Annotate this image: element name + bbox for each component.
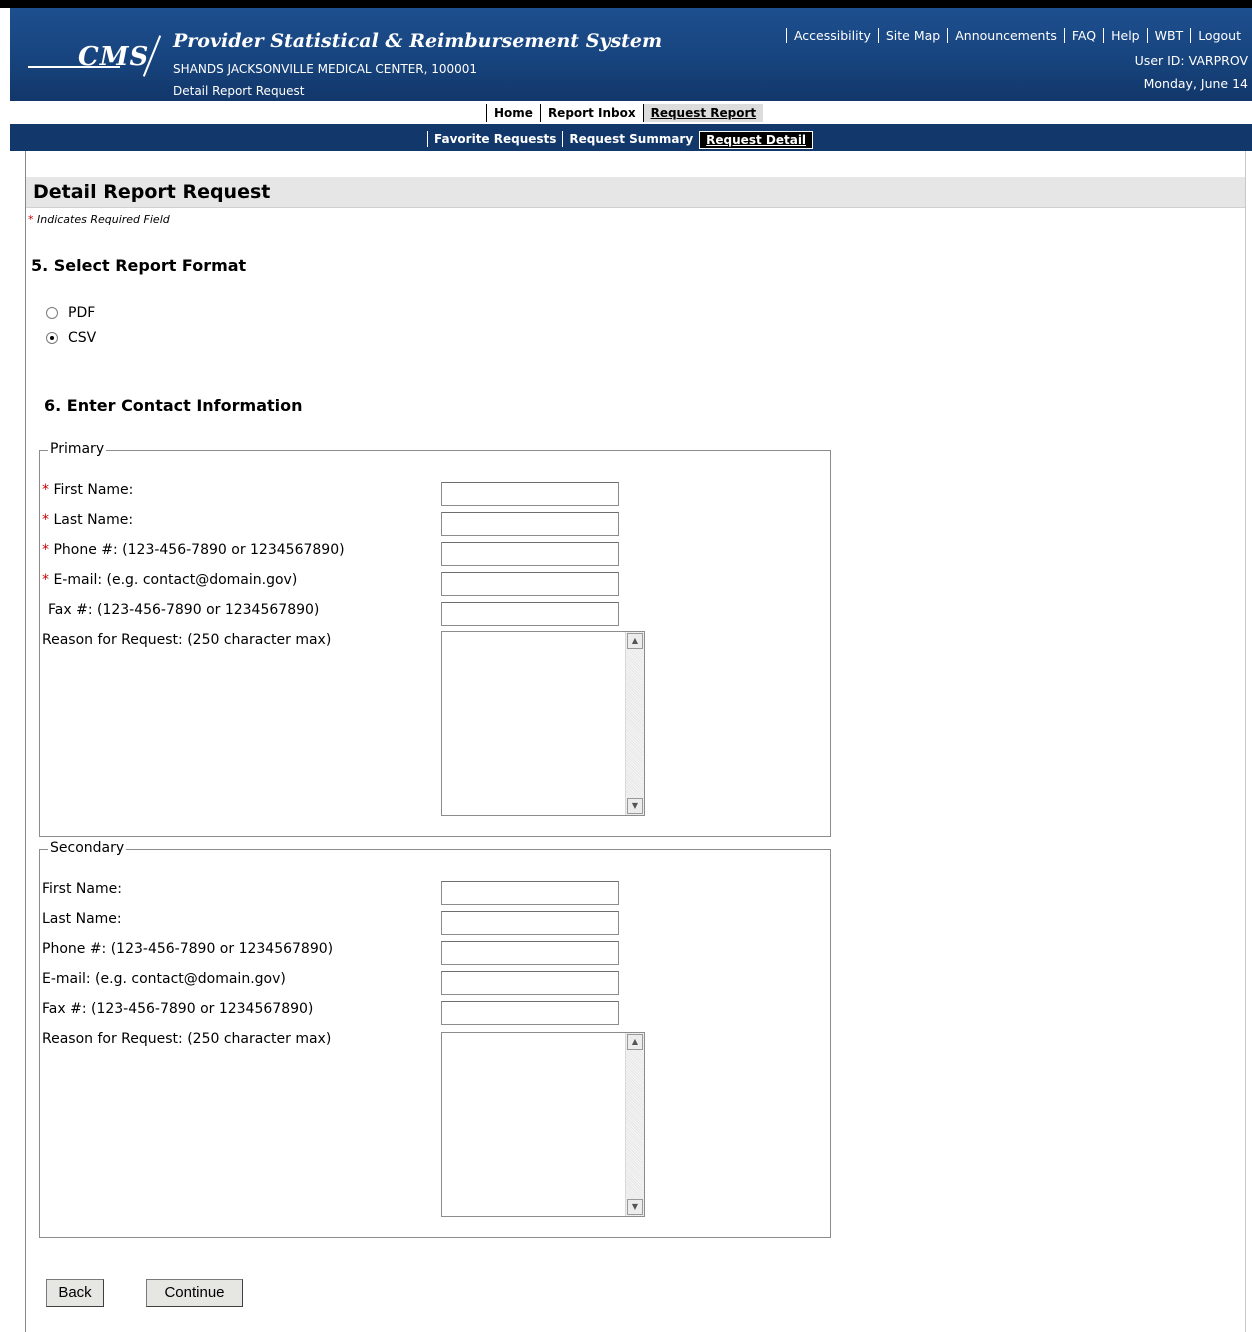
required-star: * <box>42 542 49 558</box>
user-id: User ID: VARPROV <box>1134 53 1248 68</box>
primary-reason-label: Reason for Request: (250 character max) <box>42 632 332 648</box>
secondary-first-name-input[interactable] <box>441 881 619 905</box>
link-announcements[interactable]: Announcements <box>947 28 1064 43</box>
primary-email-input[interactable] <box>441 572 619 596</box>
secondary-contact-fieldset: Secondary First Name: Last Name: Phone #… <box>39 840 831 1238</box>
step5-heading: 5. Select Report Format <box>31 256 247 275</box>
link-help[interactable]: Help <box>1103 28 1147 43</box>
scroll-up-arrow-icon[interactable]: ▲ <box>627 1034 643 1050</box>
app-title: Provider Statistical & Reimbursement Sys… <box>173 30 663 52</box>
secondary-reason-label: Reason for Request: (250 character max) <box>42 1031 332 1047</box>
page-title: Detail Report Request <box>33 181 271 203</box>
tab-report-inbox[interactable]: Report Inbox <box>539 104 643 122</box>
link-faq[interactable]: FAQ <box>1063 28 1103 43</box>
secondary-fax-input[interactable] <box>441 1001 619 1025</box>
continue-button[interactable]: Continue <box>146 1279 243 1307</box>
primary-reason-textarea[interactable]: ▲ ▼ <box>441 631 645 816</box>
required-star: * <box>42 482 49 498</box>
pdf-radio[interactable] <box>46 307 58 319</box>
content-right-border <box>1245 151 1246 1332</box>
primary-contact-fieldset: Primary * First Name: * Last Name: * Pho… <box>39 441 831 837</box>
required-note-text: Indicates Required Field <box>37 213 170 226</box>
logo-line <box>28 66 120 68</box>
secondary-email-label: E-mail: (e.g. contact@domain.gov) <box>42 971 286 987</box>
facility-name: SHANDS JACKSONVILLE MEDICAL CENTER, 1000… <box>173 62 478 76</box>
tab-favorite-requests[interactable]: Favorite Requests <box>427 131 562 147</box>
link-logout[interactable]: Logout <box>1190 28 1248 43</box>
tab-request-report[interactable]: Request Report <box>642 104 764 122</box>
back-button[interactable]: Back <box>46 1279 104 1307</box>
secondary-fax-label: Fax #: (123-456-7890 or 1234567890) <box>42 1001 314 1017</box>
content-left-border <box>25 151 26 1332</box>
cms-logo: CMS <box>28 22 168 77</box>
link-accessibility[interactable]: Accessibility <box>785 28 878 43</box>
label-text: E-mail: (e.g. contact@domain.gov) <box>53 572 298 588</box>
secondary-phone-label: Phone #: (123-456-7890 or 1234567890) <box>42 941 334 957</box>
tab-home[interactable]: Home <box>486 104 540 122</box>
secondary-email-input[interactable] <box>441 971 619 995</box>
primary-last-name-input[interactable] <box>441 512 619 536</box>
scroll-up-arrow-icon[interactable]: ▲ <box>627 633 643 649</box>
label-text: Phone #: (123-456-7890 or 1234567890) <box>53 542 345 558</box>
page-title-bar: Detail Report Request <box>26 177 1245 208</box>
required-star: * <box>28 213 34 226</box>
primary-first-name-label: * First Name: <box>42 482 133 498</box>
primary-phone-input[interactable] <box>441 542 619 566</box>
step6-heading: 6. Enter Contact Information <box>44 396 303 415</box>
primary-phone-label: * Phone #: (123-456-7890 or 1234567890) <box>42 542 345 558</box>
app-header: CMS Provider Statistical & Reimbursement… <box>10 8 1252 101</box>
secondary-last-name-label: Last Name: <box>42 911 122 927</box>
primary-first-name-input[interactable] <box>441 482 619 506</box>
required-star: * <box>42 572 49 588</box>
csv-radio[interactable] <box>46 332 58 344</box>
required-field-note: * Indicates Required Field <box>28 213 170 226</box>
header-page-name: Detail Report Request <box>173 84 305 98</box>
secondary-nav: Favorite Requests Request Summary Reques… <box>10 124 1252 151</box>
csv-label: CSV <box>68 330 97 346</box>
primary-reason-scrollbar[interactable]: ▲ ▼ <box>625 632 644 815</box>
pdf-label: PDF <box>68 305 96 321</box>
label-text: Last Name: <box>53 512 134 528</box>
primary-last-name-label: * Last Name: <box>42 512 133 528</box>
secondary-first-name-label: First Name: <box>42 881 122 897</box>
utility-links: Accessibility Site Map Announcements FAQ… <box>785 28 1248 43</box>
secondary-legend: Secondary <box>48 840 127 856</box>
link-site-map[interactable]: Site Map <box>877 28 947 43</box>
link-wbt[interactable]: WBT <box>1146 28 1191 43</box>
scroll-down-arrow-icon[interactable]: ▼ <box>627 798 643 814</box>
secondary-reason-scrollbar[interactable]: ▲ ▼ <box>625 1033 644 1216</box>
primary-email-label: * E-mail: (e.g. contact@domain.gov) <box>42 572 297 588</box>
tab-request-summary[interactable]: Request Summary <box>562 131 699 147</box>
primary-legend: Primary <box>48 441 107 457</box>
current-date: Monday, June 14 <box>1143 76 1248 91</box>
top-black-bar <box>0 0 1252 8</box>
secondary-phone-input[interactable] <box>441 941 619 965</box>
secondary-reason-textarea[interactable]: ▲ ▼ <box>441 1032 645 1217</box>
format-option-csv[interactable]: CSV <box>46 330 96 346</box>
label-text: First Name: <box>53 482 134 498</box>
tab-request-detail[interactable]: Request Detail <box>699 131 814 149</box>
primary-fax-label: Fax #: (123-456-7890 or 1234567890) <box>48 602 320 618</box>
required-star: * <box>42 512 49 528</box>
scroll-down-arrow-icon[interactable]: ▼ <box>627 1199 643 1215</box>
format-option-pdf[interactable]: PDF <box>46 305 95 321</box>
primary-nav: Home Report Inbox Request Report <box>10 101 1252 124</box>
secondary-last-name-input[interactable] <box>441 911 619 935</box>
primary-fax-input[interactable] <box>441 602 619 626</box>
